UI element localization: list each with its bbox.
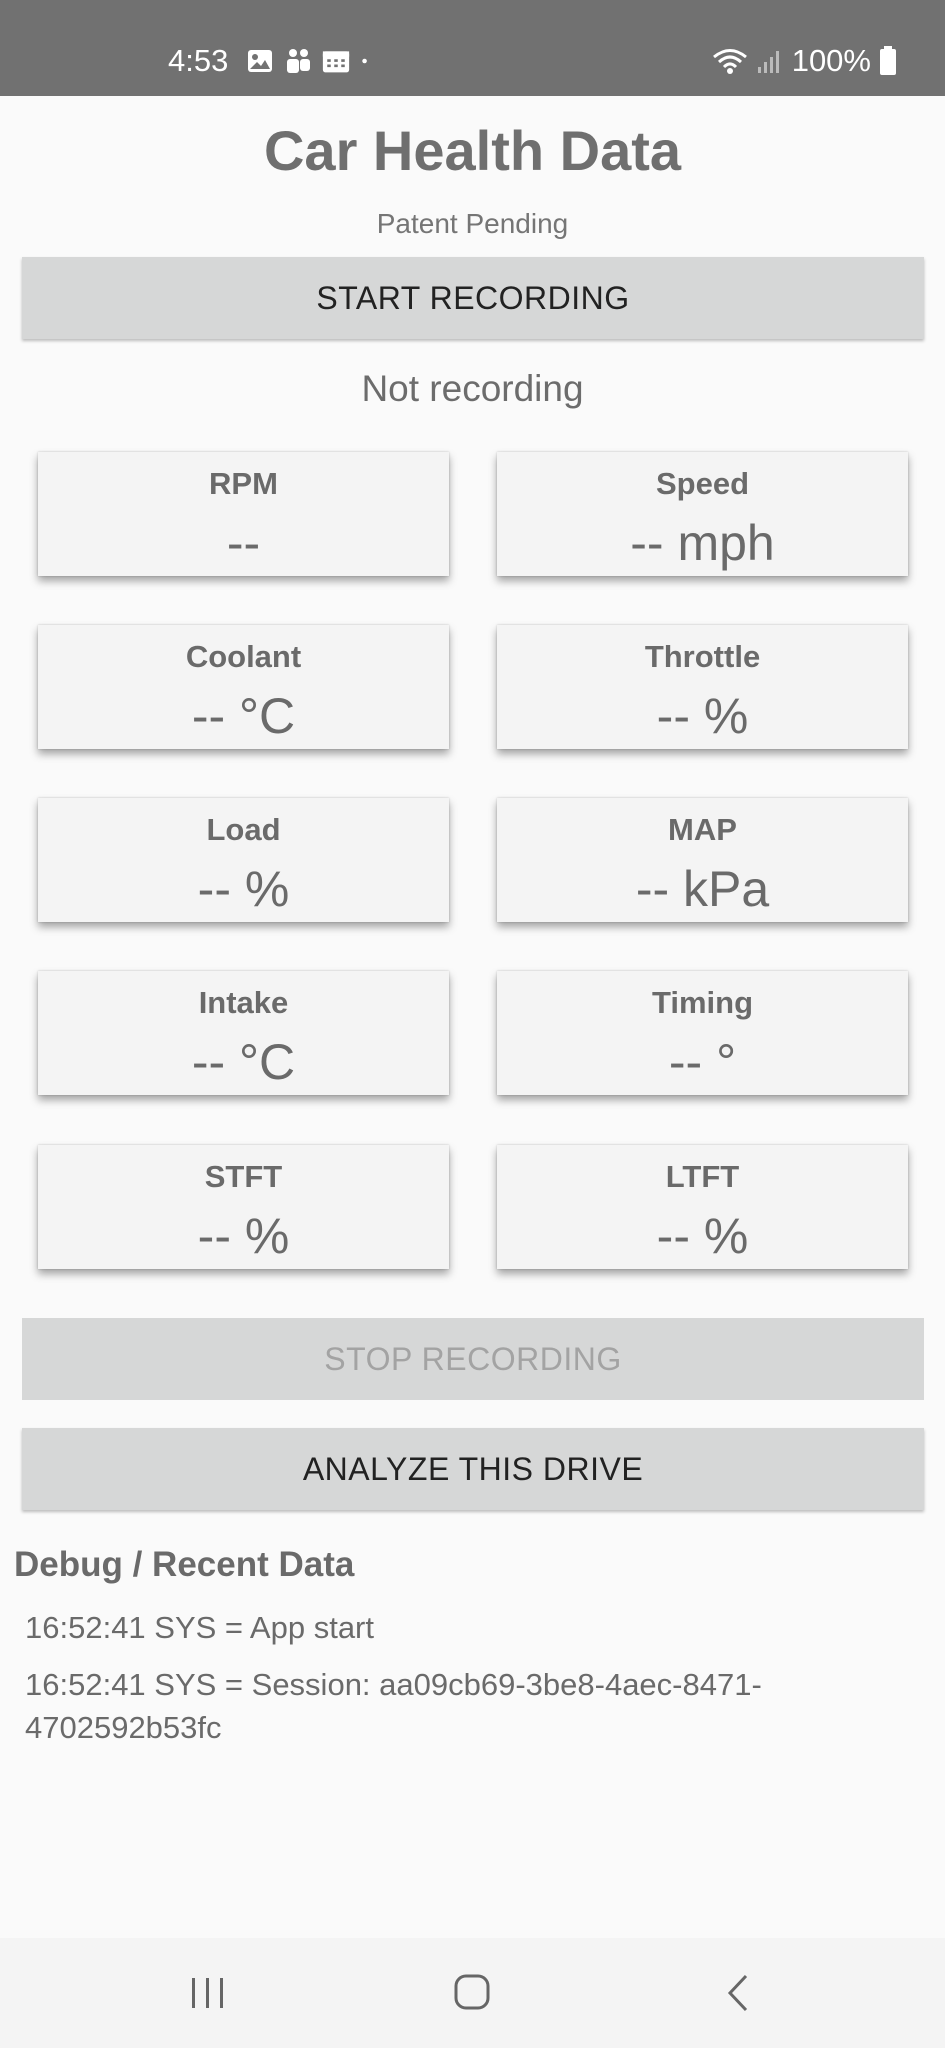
back-icon[interactable] — [708, 1968, 768, 2018]
metric-label: LTFT — [665, 1159, 740, 1194]
metric-card-stft: STFT -- % — [38, 1145, 449, 1269]
stop-recording-button[interactable]: STOP RECORDING — [22, 1318, 924, 1400]
metric-card-throttle: Throttle -- % — [497, 625, 908, 749]
metric-label: Load — [206, 812, 281, 847]
battery-icon — [880, 46, 896, 75]
notification-icons — [246, 47, 376, 75]
metric-value: -- % — [656, 688, 749, 744]
home-icon[interactable] — [443, 1968, 503, 2018]
metric-label: MAP — [668, 812, 737, 847]
metric-card-rpm: RPM -- — [38, 452, 449, 576]
metric-value: -- ° — [668, 1034, 737, 1090]
metric-value: -- °C — [191, 1034, 296, 1090]
metric-value: -- °C — [191, 688, 296, 744]
gallery-icon — [248, 50, 272, 72]
metric-value: -- % — [197, 1208, 290, 1264]
metric-label: Throttle — [644, 639, 761, 674]
wifi-icon — [712, 49, 747, 74]
metric-card-ltft: LTFT -- % — [497, 1145, 908, 1269]
metric-card-intake: Intake -- °C — [38, 971, 449, 1095]
log-line: 16:52:41 SYS = App start — [25, 1610, 374, 1645]
signal-icon — [757, 51, 779, 73]
metric-value: -- — [226, 515, 261, 571]
metric-label: STFT — [204, 1159, 283, 1194]
metric-label: Timing — [651, 985, 754, 1020]
status-time: 4:53 — [168, 43, 229, 78]
battery-text: 100% — [791, 43, 871, 78]
metric-label: RPM — [209, 466, 278, 501]
recording-status: Not recording — [361, 368, 584, 409]
metric-card-speed: Speed -- mph — [497, 452, 908, 576]
status-bar: 4:53 100% — [0, 0, 945, 96]
teams-icon — [287, 49, 310, 73]
status-right: 100% — [712, 43, 897, 79]
debug-title: Debug / Recent Data — [14, 1545, 355, 1584]
metric-value: -- % — [197, 861, 290, 917]
metric-value: -- mph — [630, 515, 775, 571]
dot-icon — [362, 58, 367, 64]
log-line: 16:52:41 SYS = Session: aa09cb69-3be8-4a… — [25, 1667, 762, 1745]
metric-card-coolant: Coolant -- °C — [38, 625, 449, 749]
start-recording-button[interactable]: START RECORDING — [22, 257, 924, 339]
page-subtitle: Patent Pending — [376, 208, 569, 239]
metric-label: Intake — [198, 985, 289, 1020]
metric-card-timing: Timing -- ° — [497, 971, 908, 1095]
analyze-drive-button[interactable]: ANALYZE THIS DRIVE — [22, 1428, 924, 1510]
calendar-icon — [322, 51, 350, 73]
recent-apps-icon[interactable] — [178, 1968, 238, 2018]
metric-value: -- kPa — [635, 861, 770, 917]
navigation-bar — [0, 1938, 945, 2048]
metric-card-load: Load -- % — [38, 798, 449, 922]
metric-label: Speed — [655, 466, 750, 501]
metric-card-map: MAP -- kPa — [497, 798, 908, 922]
metric-value: -- % — [656, 1208, 749, 1264]
metric-label: Coolant — [185, 639, 302, 674]
page-title: Car Health Data — [263, 119, 682, 182]
